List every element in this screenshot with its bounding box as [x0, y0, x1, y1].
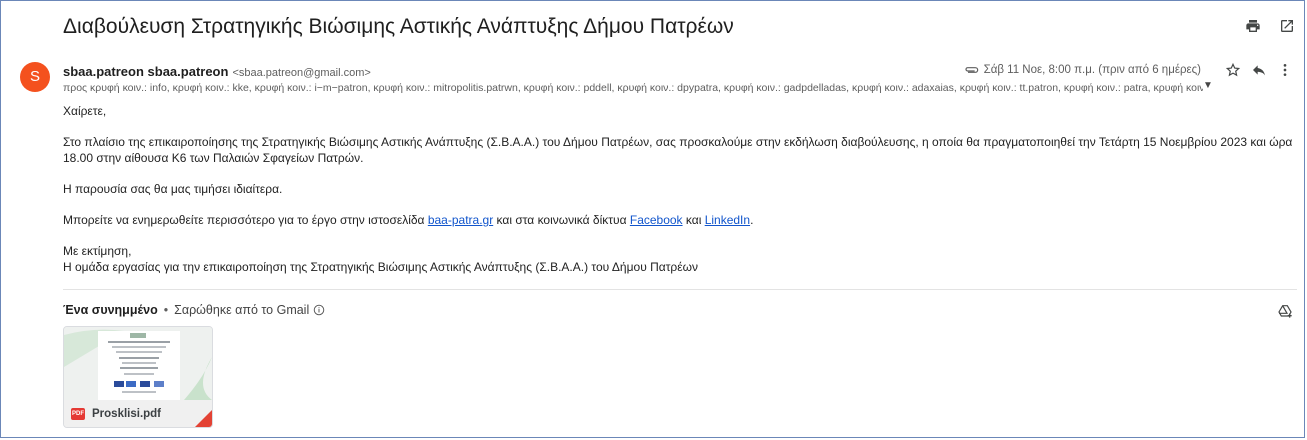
signature: Η ομάδα εργασίας για την επικαιροποίηση …	[63, 260, 698, 274]
sender-avatar[interactable]: S	[20, 62, 50, 92]
scan-notice: Σαρώθηκε από το Gmail	[174, 303, 310, 317]
open-in-new-window-icon[interactable]	[1279, 18, 1295, 34]
pdf-corner-fold	[195, 410, 212, 427]
email-subject: Διαβούλευση Στρατηγικής Βιώσιμης Αστικής…	[63, 15, 734, 38]
chevron-down-icon[interactable]: ▼	[1203, 80, 1213, 91]
attachment-footer: PDF Prosklisi.pdf	[64, 400, 212, 427]
website-link[interactable]: baa-patra.gr	[428, 213, 493, 227]
top-actions	[1245, 18, 1295, 34]
recipients-list: προς κρυφή κοιν.: info, κρυφή κοιν.: kke…	[63, 82, 1203, 94]
p3-and: και	[682, 213, 705, 227]
attachment-card[interactable]: PDF Prosklisi.pdf	[63, 326, 213, 428]
more-vert-icon[interactable]	[1277, 62, 1293, 78]
print-icon[interactable]	[1245, 18, 1261, 34]
closing: Με εκτίμηση,	[63, 244, 132, 258]
facebook-link[interactable]: Facebook	[630, 213, 683, 227]
body-paragraph-3: Μπορείτε να ενημερωθείτε περισσότερο για…	[63, 212, 1293, 228]
date-wrap: Σάβ 11 Νοε, 8:00 π.μ. (πριν από 6 ημέρες…	[964, 64, 1215, 76]
paperclip-icon	[965, 67, 978, 73]
p3-suffix: .	[750, 213, 754, 227]
sender-email: <sbaa.patreon@gmail.com>	[232, 67, 371, 79]
attachments-divider	[63, 289, 1297, 290]
p3-prefix: Μπορείτε να ενημερωθείτε περισσότερο για…	[63, 213, 428, 227]
body-paragraph-1: Στο πλαίσιο της επικαιροποίησης της Στρα…	[63, 135, 1293, 165]
info-icon[interactable]	[313, 304, 325, 316]
pdf-icon: PDF	[71, 407, 85, 420]
attachment-name: Prosklisi.pdf	[92, 407, 162, 420]
body-paragraph-2: Η παρουσία σας θα μας τιμήσει ιδιαίτερα.	[63, 182, 283, 196]
sender-line: sbaa.patreon sbaa.patreon <sbaa.patreon@g…	[63, 64, 371, 79]
attachments-title: Ένα συνημμένο	[63, 303, 158, 317]
attachment-thumbnail	[64, 327, 212, 400]
greeting: Χαίρετε,	[63, 104, 107, 118]
sender-name[interactable]: sbaa.patreon sbaa.patreon	[63, 64, 228, 79]
message-meta: Σάβ 11 Νοε, 8:00 π.μ. (πριν από 6 ημέρες…	[964, 62, 1293, 78]
reply-icon[interactable]	[1251, 62, 1267, 78]
add-to-drive-icon[interactable]	[1277, 303, 1293, 319]
message-date: Σάβ 11 Νοε, 8:00 π.μ. (πριν από 6 ημέρες…	[983, 64, 1201, 76]
separator: •	[163, 303, 169, 317]
attachments-header: Ένα συνημμένο • Σαρώθηκε από το Gmail	[63, 303, 325, 317]
p3-middle: και στα κοινωνικά δίκτυα	[493, 213, 630, 227]
email-body: Χαίρετε, Στο πλαίσιο της επικαιροποίησης…	[63, 103, 1293, 275]
star-icon[interactable]	[1225, 62, 1241, 78]
linkedin-link[interactable]: LinkedIn	[705, 213, 750, 227]
